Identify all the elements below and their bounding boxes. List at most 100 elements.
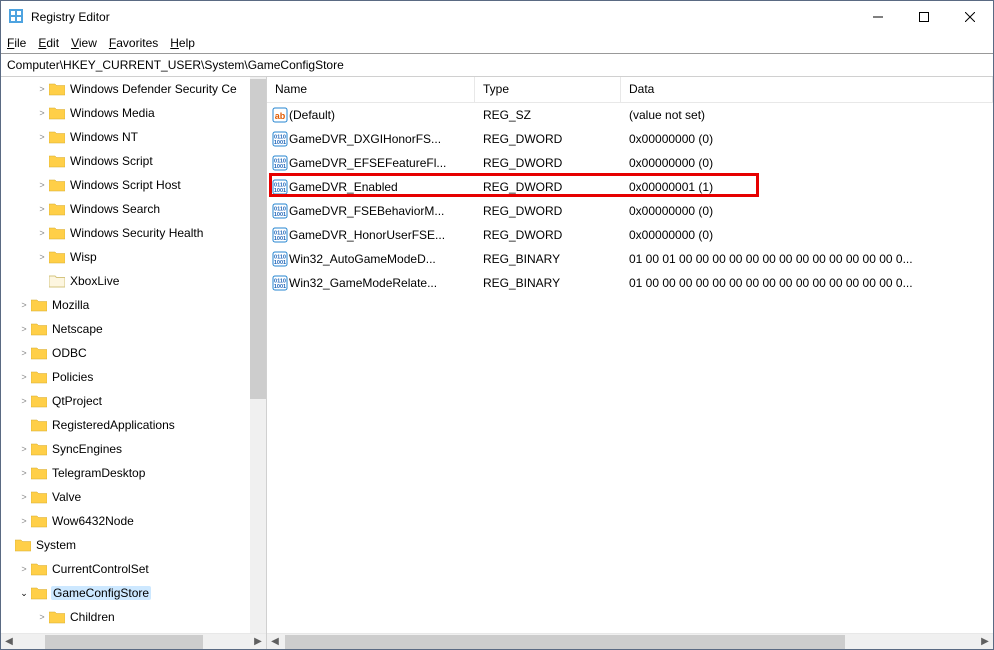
chevron-right-icon[interactable]: >: [17, 492, 31, 502]
tree-item[interactable]: >Wisp: [1, 245, 250, 269]
value-data: 01 00 01 00 00 00 00 00 00 00 00 00 00 0…: [621, 252, 993, 266]
tree-item-label: QtProject: [51, 394, 103, 408]
scrollbar-thumb[interactable]: [285, 635, 845, 649]
menu-favorites[interactable]: Favorites: [109, 36, 158, 50]
value-type: REG_SZ: [475, 108, 621, 122]
tree-item[interactable]: >Children: [1, 605, 250, 629]
tree-item[interactable]: > ODBC: [1, 341, 250, 365]
scrollbar-thumb[interactable]: [45, 635, 203, 649]
value-name: GameDVR_EFSEFeatureFl...: [289, 156, 475, 170]
chevron-right-icon[interactable]: >: [35, 228, 49, 238]
tree-item[interactable]: XboxLive: [1, 269, 250, 293]
menu-bar: File Edit View Favorites Help: [1, 33, 993, 53]
tree-item[interactable]: >Netscape: [1, 317, 250, 341]
tree-item-label: RegisteredApplications: [51, 418, 176, 432]
tree-item[interactable]: >Windows NT: [1, 125, 250, 149]
menu-view[interactable]: View: [71, 36, 97, 50]
menu-help[interactable]: Help: [170, 36, 195, 50]
tree-item-label: Windows Security Health: [69, 226, 204, 240]
tree-item[interactable]: > TelegramDesktop: [1, 461, 250, 485]
value-row[interactable]: GameDVR_EnabledREG_DWORD0x00000001 (1): [267, 175, 993, 199]
address-bar[interactable]: Computer\HKEY_CURRENT_USER\System\GameCo…: [1, 53, 993, 77]
tree-item[interactable]: Windows Script: [1, 149, 250, 173]
tree-item-label: TelegramDesktop: [51, 466, 146, 480]
maximize-button[interactable]: [901, 1, 947, 33]
tree-item[interactable]: >Wow6432Node: [1, 509, 250, 533]
folder-icon: [31, 418, 47, 432]
value-type: REG_BINARY: [475, 276, 621, 290]
minimize-button[interactable]: [855, 1, 901, 33]
scrollbar-thumb[interactable]: [250, 79, 266, 399]
binary-value-icon: [267, 155, 289, 171]
tree-item[interactable]: >Policies: [1, 365, 250, 389]
menu-file[interactable]: File: [7, 36, 26, 50]
chevron-right-icon[interactable]: >: [35, 180, 49, 190]
value-type: REG_BINARY: [475, 252, 621, 266]
scroll-left-icon[interactable]: ◀: [267, 634, 283, 650]
value-name: GameDVR_DXGIHonorFS...: [289, 132, 475, 146]
tree-item[interactable]: System: [1, 533, 250, 557]
folder-icon: [49, 202, 65, 216]
binary-value-icon: [267, 275, 289, 291]
value-row[interactable]: GameDVR_HonorUserFSE...REG_DWORD0x000000…: [267, 223, 993, 247]
value-data: 0x00000000 (0): [621, 132, 993, 146]
chevron-right-icon[interactable]: >: [17, 516, 31, 526]
value-name: Win32_AutoGameModeD...: [289, 252, 475, 266]
tree-item[interactable]: >Windows Defender Security Ce: [1, 77, 250, 101]
value-row[interactable]: GameDVR_FSEBehaviorM...REG_DWORD0x000000…: [267, 199, 993, 223]
chevron-right-icon[interactable]: >: [35, 612, 49, 622]
tree-item[interactable]: >Valve: [1, 485, 250, 509]
value-type: REG_DWORD: [475, 204, 621, 218]
value-row[interactable]: Win32_GameModeRelate...REG_BINARY01 00 0…: [267, 271, 993, 295]
chevron-right-icon[interactable]: >: [17, 396, 31, 406]
value-row[interactable]: Win32_AutoGameModeD...REG_BINARY01 00 01…: [267, 247, 993, 271]
chevron-right-icon[interactable]: >: [35, 108, 49, 118]
chevron-right-icon[interactable]: >: [35, 84, 49, 94]
tree-item-label: ODBC: [51, 346, 88, 360]
value-row[interactable]: (Default)REG_SZ(value not set): [267, 103, 993, 127]
close-button[interactable]: [947, 1, 993, 33]
chevron-right-icon[interactable]: >: [17, 564, 31, 574]
chevron-right-icon[interactable]: >: [35, 132, 49, 142]
tree-item[interactable]: >SyncEngines: [1, 437, 250, 461]
tree-item[interactable]: ⌄GameConfigStore: [1, 581, 250, 605]
chevron-right-icon[interactable]: >: [17, 348, 31, 358]
value-row[interactable]: GameDVR_DXGIHonorFS...REG_DWORD0x0000000…: [267, 127, 993, 151]
chevron-right-icon[interactable]: >: [17, 468, 31, 478]
chevron-right-icon[interactable]: >: [35, 204, 49, 214]
scroll-right-icon[interactable]: ▶: [977, 634, 993, 650]
column-type[interactable]: Type: [475, 77, 621, 102]
folder-empty-icon: [49, 274, 65, 288]
scroll-right-icon[interactable]: ▶: [250, 634, 266, 650]
tree-vertical-scrollbar[interactable]: [250, 77, 266, 633]
chevron-right-icon[interactable]: >: [17, 372, 31, 382]
folder-icon: [31, 466, 47, 480]
tree-item[interactable]: >Windows Search: [1, 197, 250, 221]
tree-item[interactable]: > QtProject: [1, 389, 250, 413]
value-name: (Default): [289, 108, 475, 122]
tree-item[interactable]: >Mozilla: [1, 293, 250, 317]
chevron-right-icon[interactable]: >: [17, 324, 31, 334]
list-horizontal-scrollbar[interactable]: ◀ ▶: [267, 633, 993, 649]
scroll-left-icon[interactable]: ◀: [1, 634, 17, 650]
tree-item[interactable]: >Windows Media: [1, 101, 250, 125]
folder-icon: [49, 82, 65, 96]
column-data[interactable]: Data: [621, 77, 993, 102]
chevron-right-icon[interactable]: >: [35, 252, 49, 262]
tree-item[interactable]: >Parents: [1, 629, 250, 633]
tree-item[interactable]: RegisteredApplications: [1, 413, 250, 437]
tree-item[interactable]: > Windows Security Health: [1, 221, 250, 245]
tree-item[interactable]: > Windows Script Host: [1, 173, 250, 197]
title-bar[interactable]: Registry Editor: [1, 1, 993, 33]
folder-icon: [31, 346, 47, 360]
tree-item[interactable]: >CurrentControlSet: [1, 557, 250, 581]
column-name[interactable]: Name: [267, 77, 475, 102]
tree-item-label: Windows Script Host: [69, 178, 182, 192]
folder-icon: [49, 106, 65, 120]
value-row[interactable]: GameDVR_EFSEFeatureFl...REG_DWORD0x00000…: [267, 151, 993, 175]
chevron-right-icon[interactable]: >: [17, 444, 31, 454]
chevron-right-icon[interactable]: >: [17, 300, 31, 310]
menu-edit[interactable]: Edit: [38, 36, 59, 50]
chevron-down-icon[interactable]: ⌄: [17, 588, 31, 599]
tree-horizontal-scrollbar[interactable]: ◀ ▶: [1, 633, 266, 649]
